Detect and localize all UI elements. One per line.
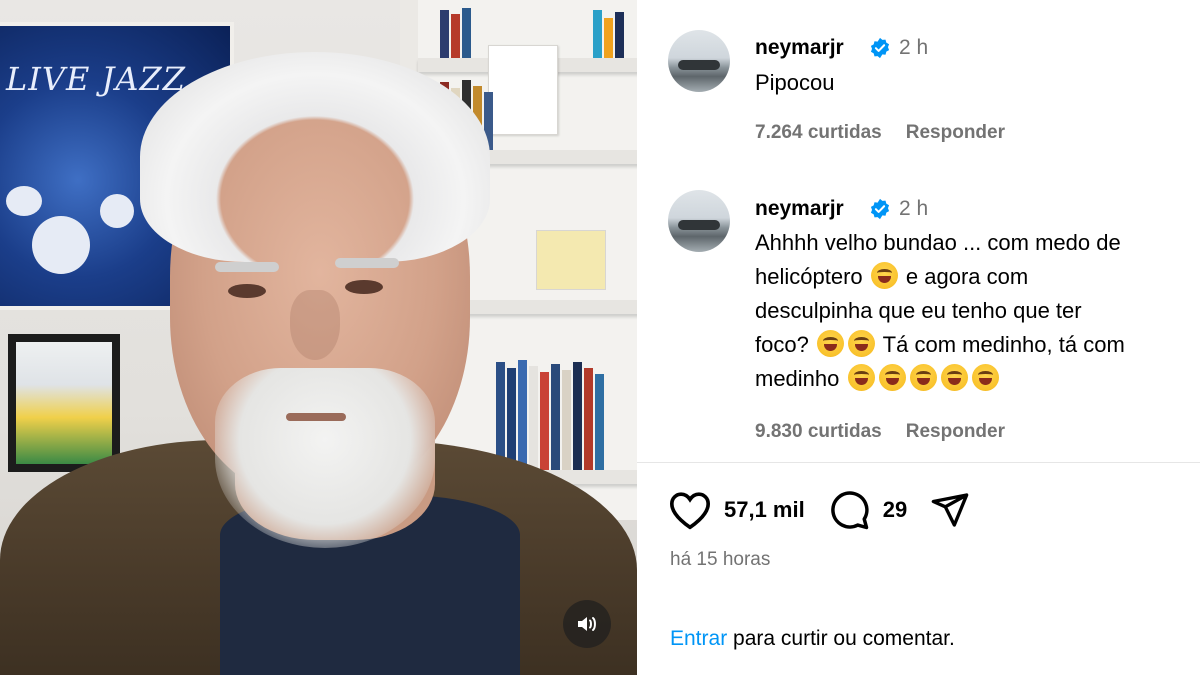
laughing-emoji-icon (909, 364, 937, 391)
share-icon[interactable] (929, 490, 971, 530)
like-count: 57,1 mil (724, 497, 805, 522)
comments-panel: neymarjr 2 h Pipocou 7.264 curtidas Resp… (637, 0, 1200, 675)
comment-count: 29 (882, 497, 908, 522)
comment-text: Ahhhh velho bundao ... com medo de helic… (755, 230, 1125, 391)
comment-icon[interactable] (827, 489, 871, 531)
laughing-emoji-icon (870, 262, 898, 289)
laughing-emoji-icon (847, 330, 875, 357)
post-timestamp: há 15 horas (670, 549, 771, 570)
hair (140, 52, 490, 262)
post-actions: 57,1 mil 29 (668, 489, 993, 531)
volume-icon (578, 617, 596, 631)
beard (215, 368, 435, 548)
reply-button[interactable]: Responder (906, 421, 1005, 443)
comment-likes[interactable]: 7.264 curtidas (755, 122, 882, 144)
comment-time: 2 h (899, 197, 929, 220)
login-link[interactable]: Entrar (670, 627, 727, 650)
avatar[interactable] (668, 30, 730, 92)
verified-badge-icon (870, 37, 890, 59)
comment-username[interactable]: neymarjr (755, 36, 844, 60)
laughing-emoji-icon (847, 364, 875, 391)
login-text: para curtir ou comentar. (733, 627, 955, 650)
comment-username[interactable]: neymarjr (755, 197, 844, 221)
video-player[interactable]: LIVE JAZZ (0, 0, 637, 675)
comment-text: Pipocou (755, 70, 835, 95)
framed-photo (8, 334, 120, 472)
comment-likes[interactable]: 9.830 curtidas (755, 421, 882, 443)
reply-button[interactable]: Responder (906, 122, 1005, 144)
volume-button[interactable] (563, 600, 611, 648)
laughing-emoji-icon (940, 364, 968, 391)
heart-icon[interactable] (668, 490, 712, 530)
poster-text: LIVE JAZZ (6, 60, 186, 98)
divider (637, 462, 1200, 463)
verified-badge-icon (870, 198, 890, 220)
laughing-emoji-icon (878, 364, 906, 391)
laughing-emoji-icon (816, 330, 844, 357)
avatar[interactable] (668, 190, 730, 252)
laughing-emoji-icon (971, 364, 999, 391)
comment-time: 2 h (899, 36, 929, 59)
login-prompt: Entrar para curtir ou comentar. (670, 627, 955, 651)
